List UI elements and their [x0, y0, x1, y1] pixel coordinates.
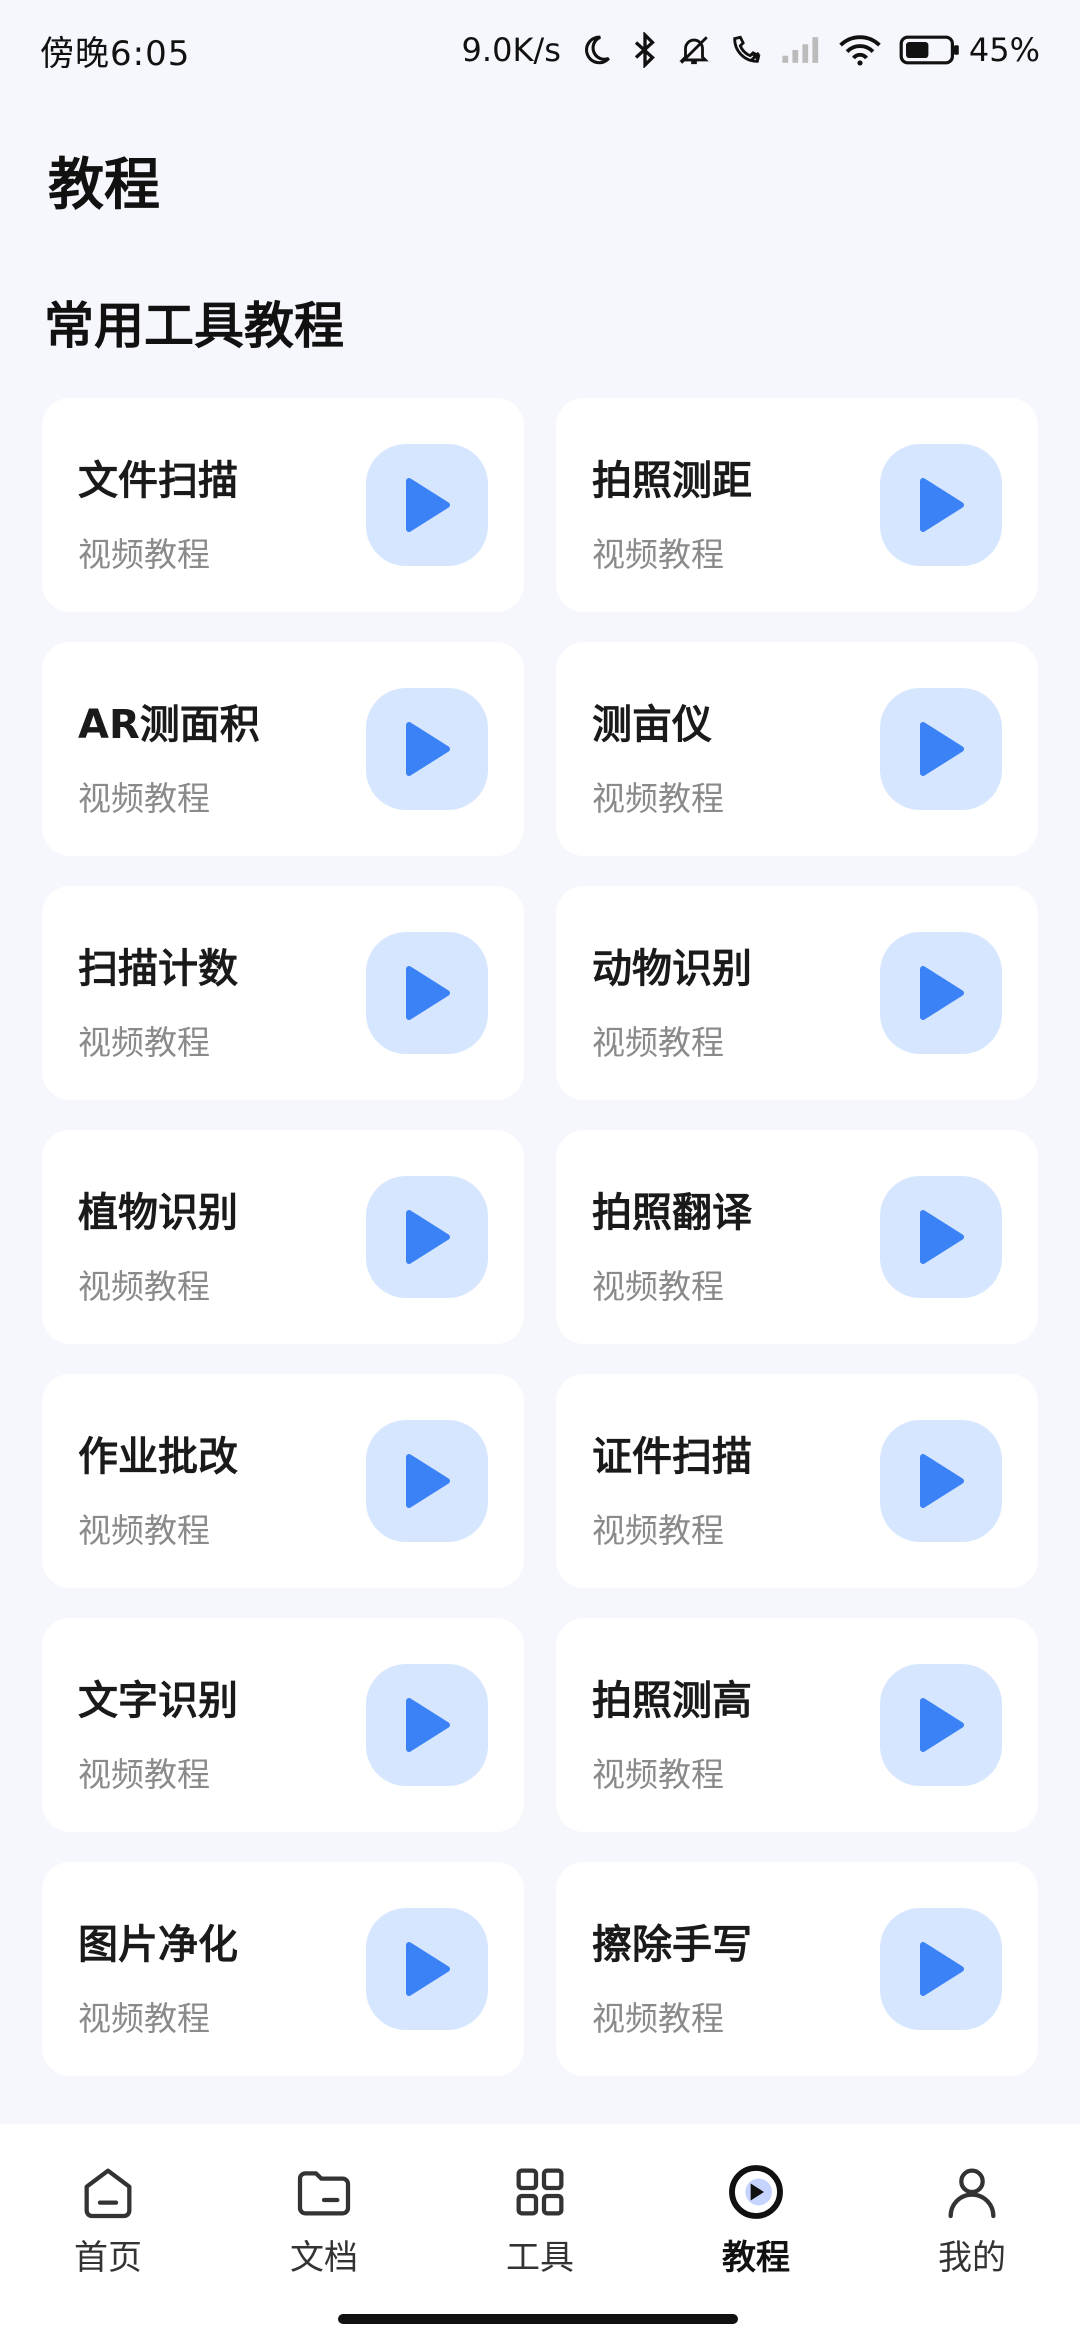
play-button[interactable] [366, 444, 488, 566]
status-bar: 傍晚6:05 9.0K/s 45% [0, 0, 1080, 100]
play-button[interactable] [366, 1664, 488, 1786]
play-button[interactable] [880, 1664, 1002, 1786]
play-button[interactable] [366, 688, 488, 810]
tutorial-card[interactable]: 作业批改 视频教程 [42, 1374, 524, 1588]
play-button[interactable] [880, 1908, 1002, 2030]
tutorial-card[interactable]: 证件扫描 视频教程 [556, 1374, 1038, 1588]
tutorial-card[interactable]: 文字识别 视频教程 [42, 1618, 524, 1832]
nav-label-me: 我的 [938, 2237, 1006, 2278]
tutorial-card[interactable]: 文件扫描 视频教程 [42, 398, 524, 612]
play-icon [920, 1210, 964, 1264]
play-icon [920, 1454, 964, 1508]
nav-item-tutorial[interactable]: 教程 [676, 2160, 836, 2279]
bell-off-icon [677, 33, 711, 67]
play-icon [406, 1210, 450, 1264]
tutorial-card[interactable]: 拍照测高 视频教程 [556, 1618, 1038, 1832]
play-button[interactable] [880, 1176, 1002, 1298]
nav-label-tutorial: 教程 [722, 2237, 790, 2278]
home-indicator[interactable] [338, 2314, 738, 2324]
tutorial-card[interactable]: 扫描计数 视频教程 [42, 886, 524, 1100]
nav-label-docs: 文档 [290, 2237, 358, 2278]
tutorial-card[interactable]: 动物识别 视频教程 [556, 886, 1038, 1100]
section-title: 常用工具教程 [44, 297, 344, 355]
page-title: 教程 [48, 153, 160, 218]
play-icon [920, 478, 964, 532]
tutorial-card[interactable]: 拍照翻译 视频教程 [556, 1130, 1038, 1344]
tutorial-card[interactable]: 图片净化 视频教程 [42, 1862, 524, 2076]
tutorial-card[interactable]: 擦除手写 视频教程 [556, 1862, 1038, 2076]
play-icon [920, 1698, 964, 1752]
wifi-icon [839, 33, 881, 67]
user-icon [948, 2168, 996, 2218]
play-icon [406, 1698, 450, 1752]
play-button[interactable] [366, 1420, 488, 1542]
tutorial-card[interactable]: AR测面积 视频教程 [42, 642, 524, 856]
play-icon [920, 966, 964, 1020]
nav-row: 首页 文档 工具 教程 我的 [0, 2144, 1080, 2294]
status-time: 傍晚6:05 [40, 33, 191, 74]
nav-label-home: 首页 [74, 2237, 142, 2278]
play-button[interactable] [880, 1420, 1002, 1542]
nav-item-tools[interactable]: 工具 [460, 2160, 620, 2279]
moon-icon [579, 33, 613, 67]
bottom-nav: 首页 文档 工具 教程 我的 [0, 2124, 1080, 2340]
play-button[interactable] [880, 688, 1002, 810]
battery-status: 45% [899, 31, 1040, 69]
call-icon [729, 33, 763, 67]
nav-item-docs[interactable]: 文档 [244, 2160, 404, 2279]
play-icon [920, 722, 964, 776]
play-button[interactable] [880, 932, 1002, 1054]
play-button[interactable] [880, 444, 1002, 566]
tutorial-card[interactable]: 拍照测距 视频教程 [556, 398, 1038, 612]
play-icon [406, 1942, 450, 1996]
home-icon [84, 2168, 132, 2218]
play-button[interactable] [366, 1176, 488, 1298]
signal-icon [781, 35, 821, 65]
play-icon [406, 722, 450, 776]
tutorial-card[interactable]: 测亩仪 视频教程 [556, 642, 1038, 856]
play-icon [920, 1942, 964, 1996]
nav-item-home[interactable]: 首页 [28, 2160, 188, 2279]
grid-icon [516, 2168, 564, 2215]
play-button[interactable] [366, 1908, 488, 2030]
battery-percent: 45% [968, 31, 1040, 69]
tutorial-card[interactable]: 植物识别 视频教程 [42, 1130, 524, 1344]
bluetooth-icon [631, 32, 659, 68]
play-button[interactable] [366, 932, 488, 1054]
folder-icon [297, 2170, 351, 2215]
status-icons: 9.0K/s 45% [462, 31, 1040, 69]
play-icon [406, 966, 450, 1020]
play-icon [406, 478, 450, 532]
play-circle-icon [729, 2164, 783, 2219]
network-speed: 9.0K/s [461, 31, 561, 69]
nav-item-me[interactable]: 我的 [892, 2160, 1052, 2279]
nav-label-tools: 工具 [506, 2237, 574, 2278]
tutorial-grid: 文件扫描 视频教程 拍照测距 视频教程 AR测面积 视频教程 测亩仪 视频教程 … [42, 398, 1038, 2076]
battery-icon [899, 35, 959, 65]
play-icon [406, 1454, 450, 1508]
